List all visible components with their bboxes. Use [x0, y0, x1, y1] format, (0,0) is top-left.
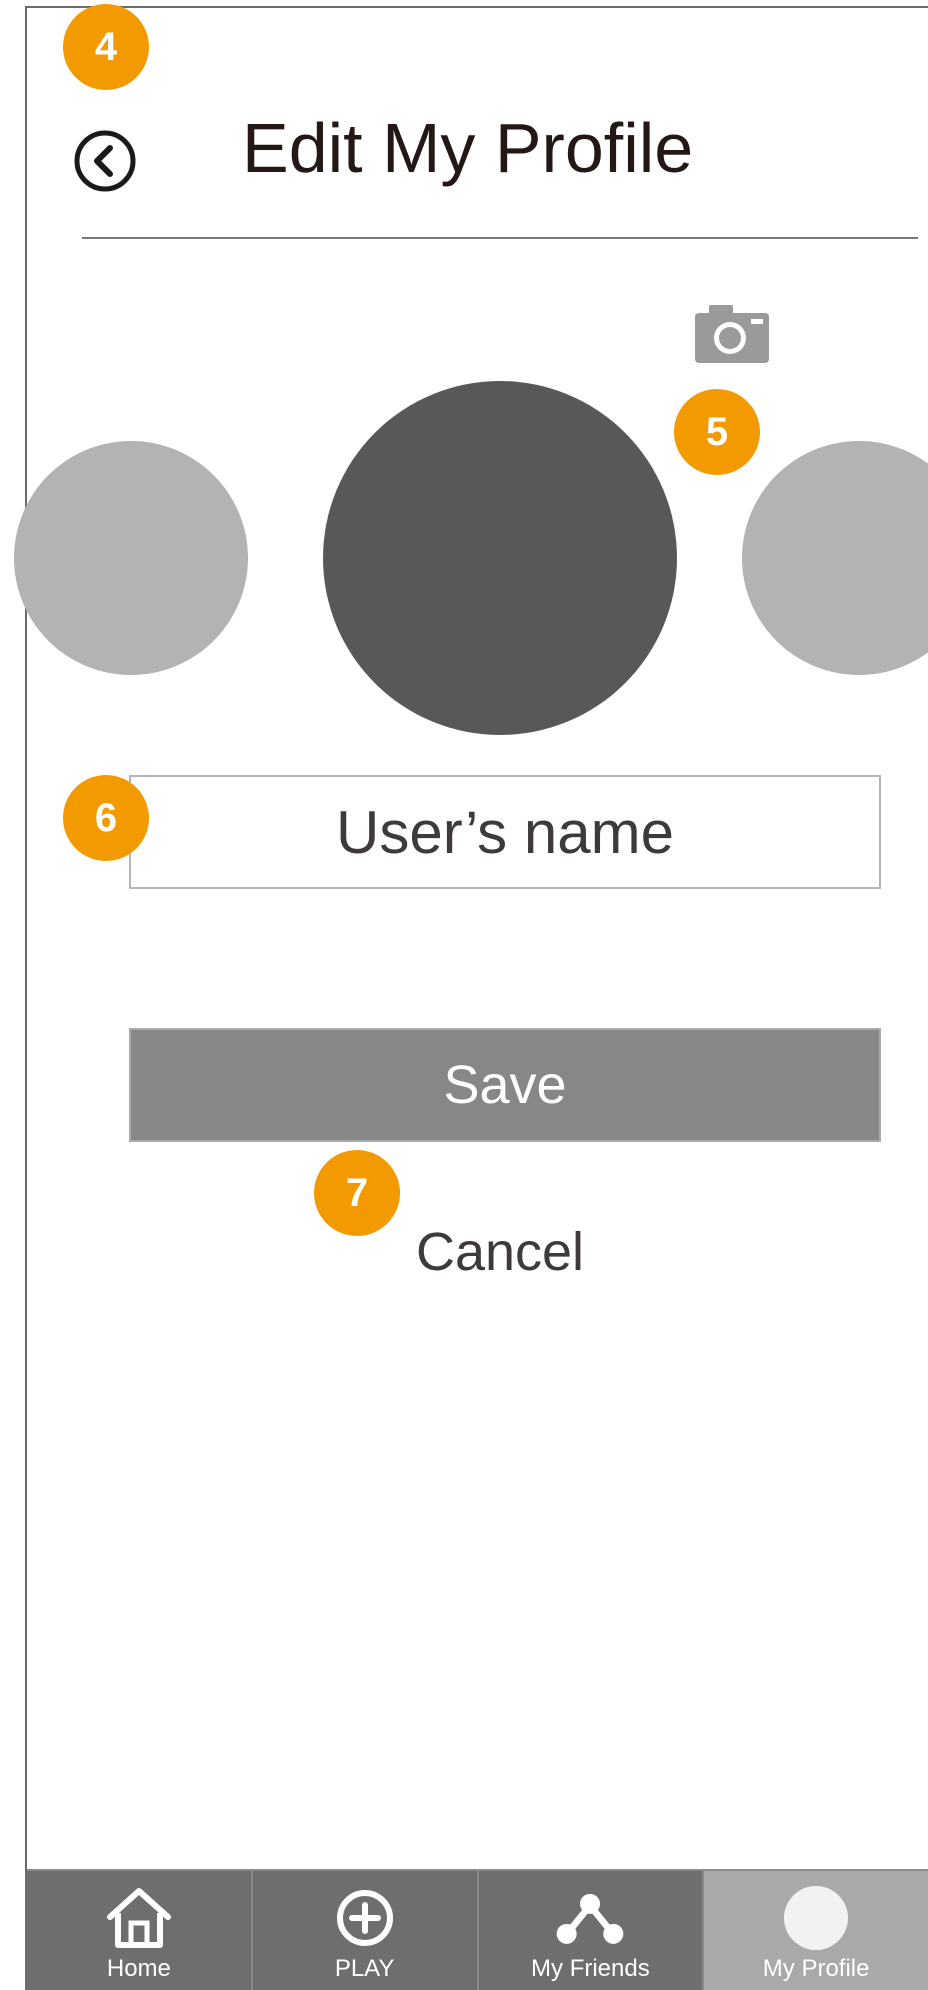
- annotation-badge-4: 4: [63, 4, 149, 90]
- tab-my-friends[interactable]: My Friends: [478, 1871, 705, 1990]
- home-icon: [106, 1888, 171, 1948]
- plus-circle-icon: [336, 1890, 393, 1946]
- tab-play-label: PLAY: [334, 1955, 395, 1982]
- annotation-badge-7: 7: [314, 1150, 400, 1236]
- tab-home[interactable]: Home: [27, 1871, 253, 1990]
- tab-play[interactable]: PLAY: [252, 1871, 479, 1990]
- header-divider: [82, 237, 918, 239]
- annotation-badge-5: 5: [674, 389, 760, 475]
- save-button-label: Save: [443, 1055, 567, 1115]
- avatar-circle-icon: [784, 1886, 849, 1950]
- tab-home-label: Home: [106, 1955, 171, 1982]
- network-icon: [557, 1893, 624, 1944]
- camera-icon: [695, 305, 769, 363]
- phone-frame: [25, 6, 928, 1990]
- tab-my-profile[interactable]: My Profile: [704, 1871, 928, 1990]
- tab-my-profile-label: My Profile: [762, 1955, 870, 1982]
- avatar-selected[interactable]: [323, 381, 677, 735]
- screen: 4 Edit My Profile 5 6 Save 7 Cancel: [0, 0, 928, 1990]
- username-input[interactable]: [129, 775, 881, 889]
- bottom-tab-bar: Home PLAY My Friends My Profile: [27, 1869, 928, 1990]
- avatar-option-previous[interactable]: [14, 441, 248, 675]
- annotation-badge-6: 6: [63, 775, 149, 861]
- save-button[interactable]: Save: [129, 1028, 881, 1142]
- chevron-left-circle-icon: [74, 130, 136, 192]
- tab-my-friends-label: My Friends: [531, 1955, 650, 1982]
- change-photo-button[interactable]: [693, 303, 771, 365]
- cancel-link[interactable]: Cancel: [400, 1221, 600, 1283]
- back-button[interactable]: [72, 128, 138, 194]
- page-title: Edit My Profile: [242, 109, 694, 187]
